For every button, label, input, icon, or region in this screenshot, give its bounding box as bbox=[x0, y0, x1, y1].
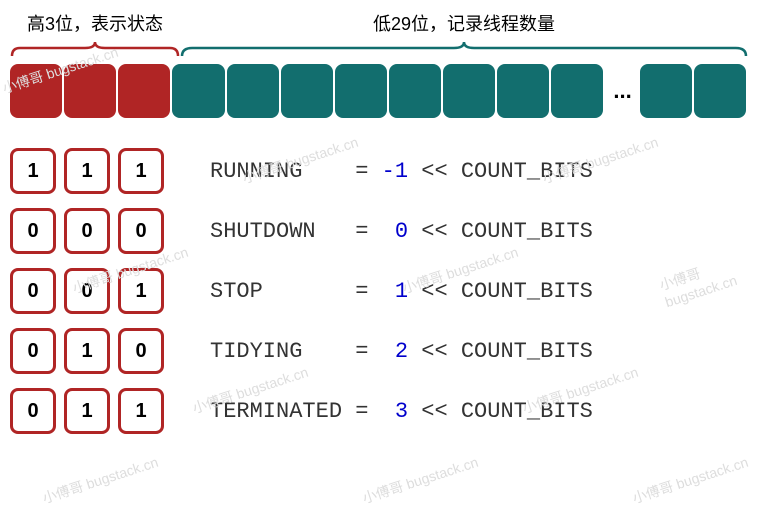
state-name: TIDYING bbox=[210, 339, 302, 364]
low-bit bbox=[335, 64, 387, 118]
low-bit bbox=[640, 64, 692, 118]
state-value: 1 bbox=[395, 279, 408, 304]
state-bit: 0 bbox=[64, 268, 110, 314]
state-shift: << COUNT_BITS bbox=[408, 279, 593, 304]
high-bit bbox=[118, 64, 170, 118]
state-expression: RUNNING = -1 << COUNT_BITS bbox=[210, 159, 593, 184]
low-bit bbox=[443, 64, 495, 118]
state-expression: TIDYING = 2 << COUNT_BITS bbox=[210, 339, 593, 364]
state-bit: 0 bbox=[10, 208, 56, 254]
state-pad bbox=[263, 279, 342, 304]
state-row: 011TERMINATED = 3 << COUNT_BITS bbox=[10, 388, 748, 434]
state-bits: 001 bbox=[10, 268, 180, 314]
watermark: 小傅哥 bugstack.cn bbox=[40, 452, 161, 508]
high-bit bbox=[10, 64, 62, 118]
state-row: 001STOP = 1 << COUNT_BITS bbox=[10, 268, 748, 314]
state-bit: 1 bbox=[118, 388, 164, 434]
low-bit bbox=[497, 64, 549, 118]
equals: = bbox=[342, 279, 395, 304]
low-bit bbox=[172, 64, 224, 118]
bits-bar: ... bbox=[10, 64, 748, 118]
state-row: 000SHUTDOWN = 0 << COUNT_BITS bbox=[10, 208, 748, 254]
watermark: 小傅哥 bugstack.cn bbox=[360, 452, 481, 508]
state-bit: 0 bbox=[10, 328, 56, 374]
state-bit: 1 bbox=[10, 148, 56, 194]
state-row: 010 TIDYING = 2 << COUNT_BITS bbox=[10, 328, 748, 374]
equals: = bbox=[342, 339, 395, 364]
state-bit: 1 bbox=[64, 148, 110, 194]
brace-low-bits bbox=[180, 40, 748, 58]
high-bit bbox=[64, 64, 116, 118]
equals: = bbox=[342, 219, 395, 244]
state-row: 111RUNNING = -1 << COUNT_BITS bbox=[10, 148, 748, 194]
state-bit: 1 bbox=[118, 148, 164, 194]
state-bits: 000 bbox=[10, 208, 180, 254]
state-pad bbox=[302, 159, 342, 184]
state-name: SHUTDOWN bbox=[210, 219, 316, 244]
low-bit bbox=[551, 64, 603, 118]
state-bit: 0 bbox=[10, 388, 56, 434]
state-shift: << COUNT_BITS bbox=[408, 339, 593, 364]
state-shift: << COUNT_BITS bbox=[408, 399, 593, 424]
equals: = bbox=[342, 159, 382, 184]
state-bits: 011 bbox=[10, 388, 180, 434]
state-pad bbox=[302, 339, 342, 364]
state-shift: << COUNT_BITS bbox=[408, 219, 593, 244]
state-name: STOP bbox=[210, 279, 263, 304]
state-bit: 0 bbox=[64, 208, 110, 254]
low-bit bbox=[281, 64, 333, 118]
state-bit: 1 bbox=[64, 328, 110, 374]
state-bits: 111 bbox=[10, 148, 180, 194]
watermark: 小傅哥 bugstack.cn bbox=[630, 452, 751, 508]
state-value: 0 bbox=[395, 219, 408, 244]
header-labels: 高3位，表示状态 低29位，记录线程数量 bbox=[10, 10, 748, 36]
state-name: TERMINATED bbox=[210, 399, 342, 424]
low-bit bbox=[227, 64, 279, 118]
state-pad bbox=[316, 219, 342, 244]
state-value: -1 bbox=[382, 159, 408, 184]
state-bits: 010 bbox=[10, 328, 180, 374]
state-value: 3 bbox=[395, 399, 408, 424]
state-value: 2 bbox=[395, 339, 408, 364]
low-bit bbox=[389, 64, 441, 118]
state-bit: 1 bbox=[118, 268, 164, 314]
low-bit bbox=[694, 64, 746, 118]
state-name: RUNNING bbox=[210, 159, 302, 184]
label-low-bits: 低29位，记录线程数量 bbox=[180, 10, 748, 36]
state-expression: TERMINATED = 3 << COUNT_BITS bbox=[210, 399, 593, 424]
brace-row bbox=[10, 40, 748, 58]
brace-high-bits bbox=[10, 40, 180, 58]
state-bit: 0 bbox=[118, 328, 164, 374]
state-shift: << COUNT_BITS bbox=[408, 159, 593, 184]
state-bit: 1 bbox=[64, 388, 110, 434]
state-expression: STOP = 1 << COUNT_BITS bbox=[210, 279, 593, 304]
state-expression: SHUTDOWN = 0 << COUNT_BITS bbox=[210, 219, 593, 244]
equals: = bbox=[342, 399, 395, 424]
ellipsis: ... bbox=[605, 78, 639, 104]
state-bit: 0 bbox=[10, 268, 56, 314]
state-bit: 0 bbox=[118, 208, 164, 254]
label-high-bits: 高3位，表示状态 bbox=[10, 10, 180, 36]
